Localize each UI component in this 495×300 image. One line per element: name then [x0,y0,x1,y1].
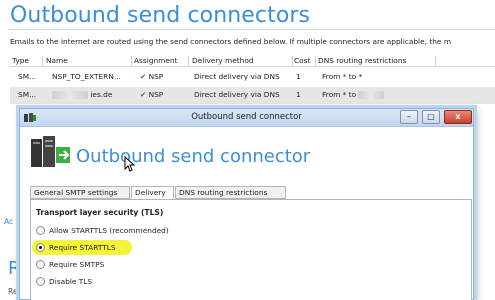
minimize-button[interactable]: – [400,110,418,124]
cell-type: SM... [18,90,37,99]
radio-button[interactable] [36,243,45,252]
radio-button[interactable] [36,277,45,286]
send-connector-dialog: Outbound send connector – □ x Outbound s… [19,108,474,300]
cell-delivery: Direct delivery via DNS [194,90,280,99]
title-divider [8,29,495,30]
column-header-assignment[interactable]: Assignment [134,55,188,67]
table-header: Type Name Assignment Delivery method Cos… [10,55,495,67]
table-row[interactable]: SM... NSP_TO_EXTERN... ✔ NSP Direct deli… [10,69,495,86]
table-row[interactable]: SM... ies.de ✔ NSP Direct delivery via D… [10,87,495,104]
dialog-heading: Outbound send connector [76,146,311,167]
checkmark-icon: ✔ [140,90,147,99]
cell-name: NSP_TO_EXTERN... [52,72,121,81]
assignment-label: NSP [148,72,164,81]
cell-dns: From * to * [322,72,363,81]
column-separator[interactable] [292,56,293,66]
server-connector-icon [31,136,70,167]
background-text-fragment: Re [8,287,18,296]
background-link-fragment[interactable]: Ac [4,217,13,226]
column-header-dns[interactable]: DNS routing restrictions [318,55,438,67]
radio-button[interactable] [36,260,45,269]
delivery-panel: Transport layer security (TLS) Allow STA… [30,199,472,300]
radio-label: Require SMTPS [49,260,105,269]
checkmark-icon: ✔ [140,72,147,81]
cell-type: SM... [18,72,37,81]
column-separator[interactable] [42,56,43,66]
cell-delivery: Direct delivery via DNS [194,72,280,81]
cell-assignment: ✔ NSP [140,69,188,84]
column-separator[interactable] [435,56,436,66]
maximize-button[interactable]: □ [422,110,440,124]
redacted-text [358,91,385,99]
column-separator[interactable] [315,56,316,66]
cell-dns: From * to [322,87,432,102]
column-header-cost[interactable]: Cost [294,55,316,67]
radio-label: Require STARTTLS [49,243,116,252]
cell-cost: 1 [296,90,301,99]
assignment-label: NSP [148,90,164,99]
column-header-delivery[interactable]: Delivery method [192,55,290,67]
cell-cost: 1 [296,72,301,81]
dns-prefix: From * to [322,90,357,99]
tab-delivery[interactable]: Delivery [131,186,174,199]
page-title: Outbound send connectors [10,3,311,28]
radio-label: Disable TLS [49,277,93,286]
mouse-cursor-icon [124,156,136,172]
dialog-titlebar[interactable]: Outbound send connector – □ x [20,109,473,127]
tls-section-label: Transport layer security (TLS) [36,208,164,217]
tab-general-smtp-settings[interactable]: General SMTP settings [30,186,130,199]
intro-text: Emails to the internet are routed using … [10,37,452,46]
column-header-name[interactable]: Name [46,55,130,67]
redacted-text [52,91,88,99]
radio-label: Allow STARTTLS (recommended) [49,226,169,235]
close-button[interactable]: x [444,110,472,124]
column-header-type[interactable]: Type [12,55,42,67]
tab-dns-routing-restrictions[interactable]: DNS routing restrictions [175,186,286,199]
radio-button[interactable] [36,226,45,235]
cell-name: ies.de [52,87,132,102]
column-separator[interactable] [131,56,132,66]
name-suffix: ies.de [90,90,113,99]
column-separator[interactable] [188,56,189,66]
cell-assignment: ✔ NSP [140,87,188,102]
